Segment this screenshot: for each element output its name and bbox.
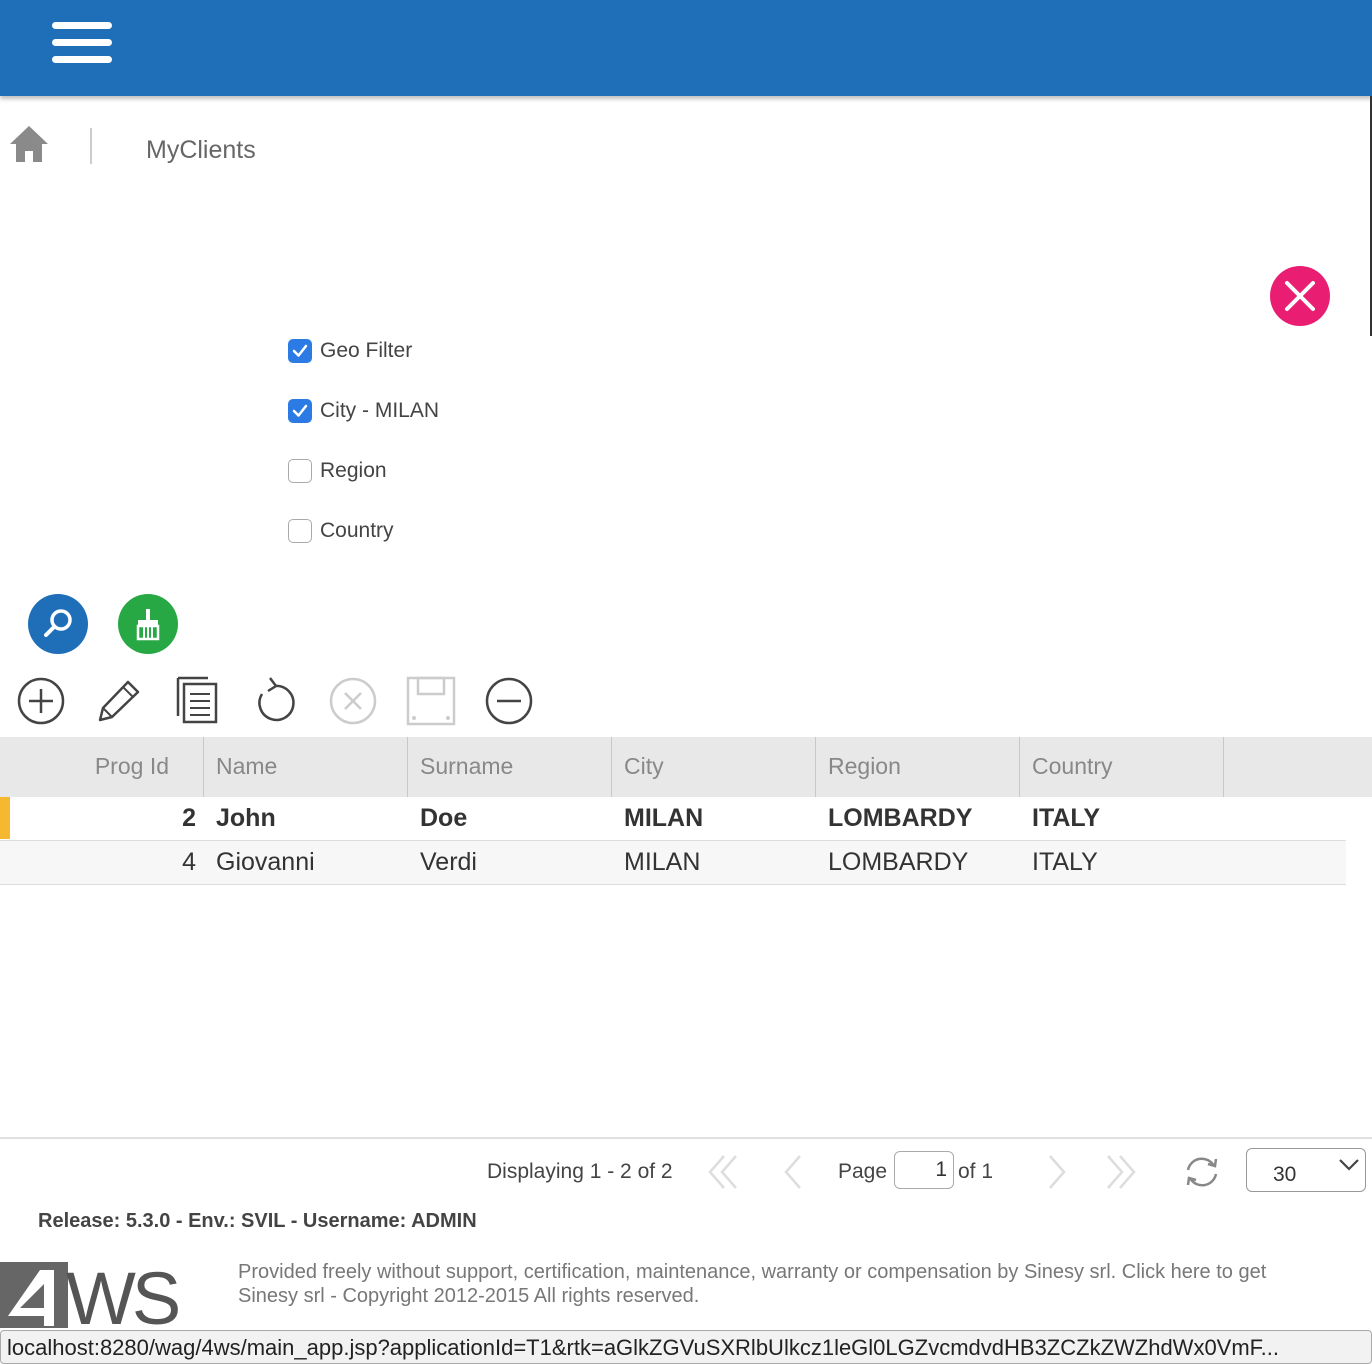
page-size-value: 30 — [1273, 1163, 1297, 1186]
filter-label: Region — [320, 459, 387, 482]
page-size-select[interactable]: 30 — [1246, 1148, 1366, 1192]
svg-text:WS: WS — [66, 1260, 178, 1330]
checkbox[interactable] — [288, 459, 312, 483]
edit-icon[interactable] — [92, 674, 146, 728]
cell-surname: Doe — [420, 804, 468, 832]
grid-toolbar — [14, 674, 554, 730]
table-row[interactable]: 4 Giovanni Verdi MILAN LOMBARDY ITALY — [0, 841, 1346, 885]
clear-filter-button[interactable] — [118, 594, 178, 654]
save-icon[interactable] — [404, 674, 458, 728]
breadcrumb: MyClients — [0, 118, 600, 178]
filter-country[interactable]: Country — [288, 516, 439, 546]
pager: Displaying 1 - 2 of 2 Page of 1 30 — [0, 1146, 1372, 1196]
cell-city: MILAN — [624, 804, 704, 832]
release-info: Release: 5.3.0 - Env.: SVIL - Username: … — [38, 1210, 477, 1232]
copy-icon[interactable] — [172, 674, 226, 728]
filter-list: Geo Filter City - MILAN Region Country — [288, 336, 439, 576]
grid-header: Prog Id Name Surname City Region Country — [0, 737, 1372, 797]
legal-notice[interactable]: Provided freely without support, certifi… — [238, 1260, 1372, 1308]
magnifier-icon — [44, 609, 72, 637]
checkbox[interactable] — [288, 339, 312, 363]
cell-country: ITALY — [1032, 804, 1101, 832]
filter-region[interactable]: Region — [288, 456, 439, 486]
4ws-logo[interactable]: WS — [0, 1260, 212, 1330]
last-page-icon[interactable] — [1100, 1152, 1140, 1192]
add-icon[interactable] — [14, 674, 68, 728]
cell-name: Giovanni — [216, 848, 315, 876]
checkbox[interactable] — [288, 519, 312, 543]
previous-page-icon[interactable] — [774, 1152, 814, 1192]
cell-surname: Verdi — [420, 848, 477, 876]
chevron-down-icon — [1339, 1159, 1359, 1171]
refresh-icon[interactable] — [248, 674, 302, 728]
close-icon — [1285, 281, 1315, 311]
cell-prog-id: 2 — [182, 804, 196, 832]
filter-city[interactable]: City - MILAN — [288, 396, 439, 426]
page-of-label: of 1 — [958, 1160, 994, 1183]
broom-icon — [136, 609, 160, 641]
next-page-icon[interactable] — [1036, 1152, 1076, 1192]
cell-country: ITALY — [1032, 848, 1098, 876]
column-header-name[interactable]: Name — [204, 737, 408, 797]
home-icon[interactable] — [8, 124, 50, 164]
table-row[interactable]: 2 John Doe MILAN LOMBARDY ITALY — [0, 797, 1346, 841]
close-button[interactable] — [1270, 266, 1330, 326]
remove-icon[interactable] — [482, 674, 536, 728]
filter-label: City - MILAN — [320, 399, 440, 422]
column-header-region[interactable]: Region — [816, 737, 1020, 797]
legal-line: Provided freely without support, certifi… — [238, 1261, 1267, 1283]
page-label: Page — [838, 1160, 888, 1183]
legal-line: Sinesy srl - Copyright 2012-2015 All rig… — [238, 1285, 700, 1307]
cell-prog-id: 4 — [182, 848, 196, 876]
filter-geo[interactable]: Geo Filter — [288, 336, 439, 366]
refresh-icon[interactable] — [1182, 1152, 1222, 1192]
breadcrumb-separator — [90, 128, 92, 164]
divider — [0, 1137, 1372, 1139]
checkmark-icon — [292, 404, 308, 417]
page-title: MyClients — [146, 136, 256, 164]
cell-name: John — [216, 804, 276, 832]
checkbox[interactable] — [288, 399, 312, 423]
column-header-prog-id[interactable]: Prog Id — [0, 737, 204, 797]
hamburger-menu-icon[interactable] — [48, 22, 116, 70]
checkmark-icon — [292, 344, 308, 357]
cell-region: LOMBARDY — [828, 848, 969, 876]
status-url: localhost:8280/wag/4ws/main_app.jsp?appl… — [7, 1335, 1280, 1360]
first-page-icon[interactable] — [704, 1152, 744, 1192]
browser-status-bar: localhost:8280/wag/4ws/main_app.jsp?appl… — [0, 1330, 1372, 1364]
filter-label: Geo Filter — [320, 339, 413, 362]
column-header-surname[interactable]: Surname — [408, 737, 612, 797]
search-button[interactable] — [28, 594, 88, 654]
page-number-input[interactable] — [894, 1151, 954, 1189]
cell-region: LOMBARDY — [828, 804, 973, 832]
top-app-bar — [0, 0, 1372, 96]
column-header-country[interactable]: Country — [1020, 737, 1224, 797]
filter-label: Country — [320, 519, 394, 542]
cancel-icon[interactable] — [326, 674, 380, 728]
cell-city: MILAN — [624, 848, 701, 876]
displaying-count: Displaying 1 - 2 of 2 — [487, 1160, 673, 1183]
column-header-city[interactable]: City — [612, 737, 816, 797]
